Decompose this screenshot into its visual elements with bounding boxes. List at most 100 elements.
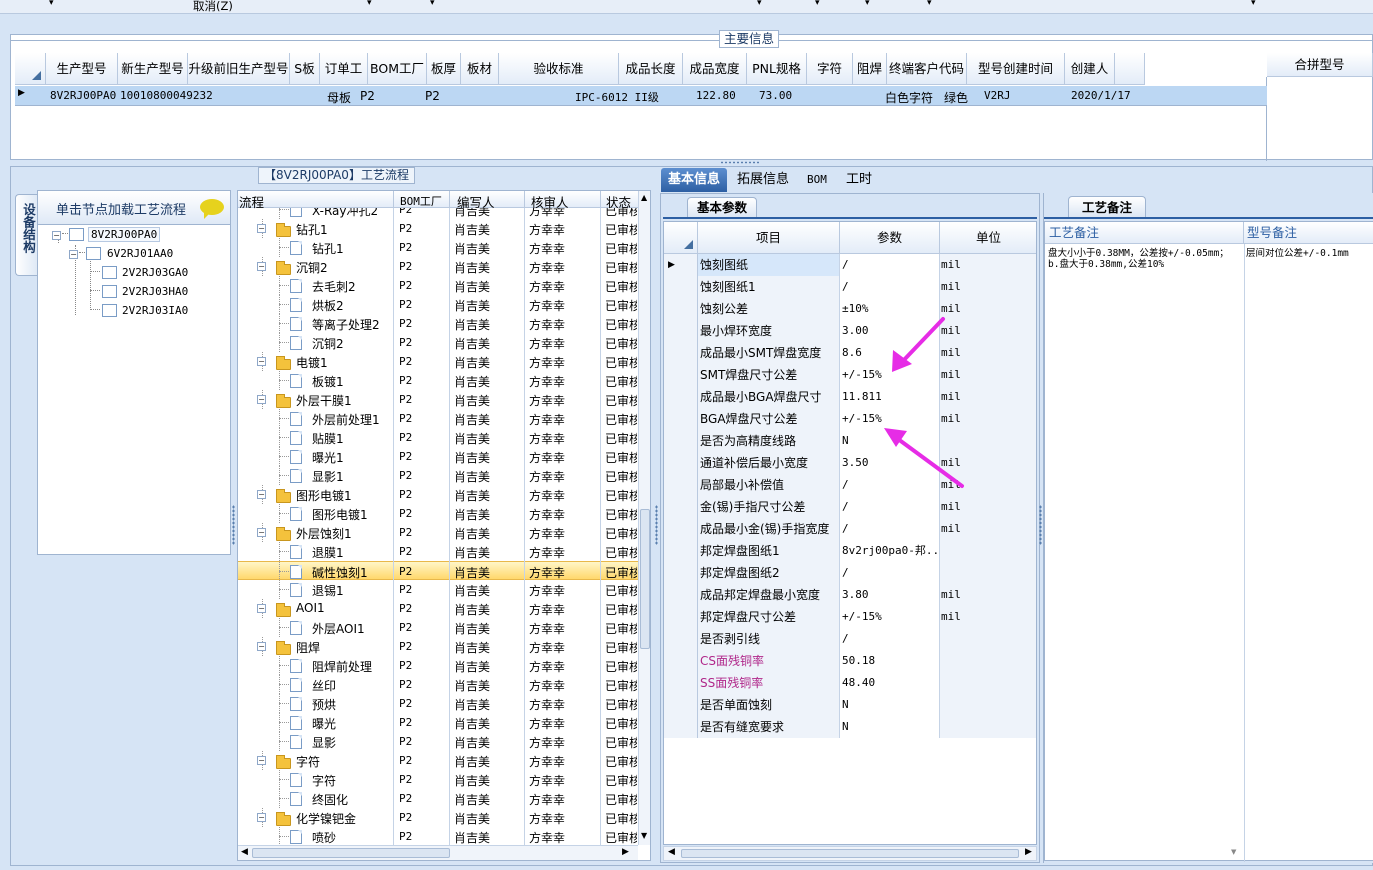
main-col-header[interactable]: 验收标准 [499,53,619,85]
splitter-handle[interactable] [720,161,760,164]
param-row[interactable]: ▶ 蚀刻图纸 / mil [664,254,1036,276]
param-value[interactable]: N [840,694,940,716]
tab-extended-info[interactable]: 拓展信息 [730,168,796,192]
cell-width[interactable]: 73.00 [759,89,792,102]
param-row[interactable]: 蚀刻公差 ±10% mil [664,298,1036,320]
process-row[interactable]: 字符 P2 肖吉美 方幸幸 已审核 [238,770,638,789]
cell-standard[interactable]: IPC-6012 II级 [575,89,659,105]
process-row[interactable]: 曝光 P2 肖吉美 方幸幸 已审核 [238,713,638,732]
row-selector[interactable] [664,364,698,386]
col-header-model-remark[interactable]: 型号备注 [1244,222,1373,244]
tab-work-hours[interactable]: 工时 [839,168,879,192]
row-selector[interactable] [664,386,698,408]
collapse-icon[interactable]: − [257,490,266,499]
cell-char[interactable]: 白色字符 [885,89,933,106]
param-row[interactable]: 是否为高精度线路 N [664,430,1036,452]
param-value[interactable]: ±10% [840,298,940,320]
main-col-header[interactable]: 板材 [461,53,499,85]
param-value[interactable]: +/-15% [840,364,940,386]
row-selector[interactable] [664,430,698,452]
tree-node-root[interactable]: − 8V2RJ00PA0 [52,227,161,244]
process-row[interactable]: − 化学镍钯金 P2 肖吉美 方幸幸 已审核 [238,808,638,827]
collapse-icon[interactable]: − [257,813,266,822]
scroll-up-icon[interactable]: ▲ [641,193,647,202]
cell-length[interactable]: 122.80 [696,89,736,102]
dropdown-arrow-icon[interactable]: ▾ [927,0,932,8]
process-row[interactable]: 外层AOI1 P2 肖吉美 方幸幸 已审核 [238,618,638,637]
process-row[interactable]: 阻焊前处理 P2 肖吉美 方幸幸 已审核 [238,656,638,675]
collapse-icon[interactable]: − [257,642,266,651]
tab-basic-info[interactable]: 基本信息 [661,168,728,192]
param-row[interactable]: SS面残铜率 48.40 [664,672,1036,694]
process-row[interactable]: 退膜1 P2 肖吉美 方幸幸 已审核 [238,542,638,561]
cell-order-factory[interactable]: P2 [360,89,375,103]
param-value[interactable]: / [840,254,940,276]
row-selector[interactable] [664,628,698,650]
splitter-handle[interactable] [655,505,658,545]
scroll-thumb[interactable] [640,509,650,649]
param-row[interactable]: 邦定焊盘图纸2/ [664,562,1036,584]
cell-created[interactable]: 2020/1/17 [1071,89,1131,102]
main-col-header[interactable]: 终端客户代码 [887,53,967,85]
col-header-unit[interactable]: 单位 [940,222,1036,254]
process-row[interactable]: − 沉铜2 P2 肖吉美 方幸幸 已审核 [238,257,638,276]
param-value[interactable]: 3.50 [840,452,940,474]
main-col-header[interactable]: BOM工厂 [368,53,427,85]
params-hscroll[interactable]: ◀ ▶ [663,846,1037,861]
param-row[interactable]: 是否有缝宽要求 N [664,716,1036,738]
subtab-basic-params[interactable]: 基本参数 [687,197,758,217]
param-value[interactable]: / [840,518,940,540]
collapse-icon[interactable]: − [257,604,266,613]
param-value[interactable]: +/-15% [840,606,940,628]
param-row[interactable]: CS面残铜率 50.18 [664,650,1036,672]
splitter-handle[interactable] [1039,505,1042,545]
param-row[interactable]: 最小焊环宽度 3.00 mil [664,320,1036,342]
param-value[interactable]: / [840,628,940,650]
param-value[interactable]: / [840,474,940,496]
scroll-left-icon[interactable]: ◀ [668,847,675,857]
cell-new-prod-no[interactable]: 10010800049232 [120,89,213,102]
row-selector[interactable] [664,672,698,694]
row-selector[interactable] [664,518,698,540]
row-selector[interactable] [664,540,698,562]
main-col-header[interactable]: S板 [290,53,320,85]
row-selector[interactable] [664,276,698,298]
col-header-item[interactable]: 项目 [698,222,840,254]
param-row[interactable]: 成品最小BGA焊盘尺寸 11.811 mil [664,386,1036,408]
dropdown-arrow-icon[interactable]: ▾ [367,0,372,8]
collapse-icon[interactable]: − [257,262,266,271]
tree-node-child[interactable]: − 6V2RJ01AA0 [69,247,173,263]
main-col-header[interactable]: 阻焊 [853,53,887,85]
process-row[interactable]: − 电镀1 P2 肖吉美 方幸幸 已审核 [238,352,638,371]
col-header-param[interactable]: 参数 [840,222,940,254]
process-row[interactable]: 曝光1 P2 肖吉美 方幸幸 已审核 [238,447,638,466]
process-row[interactable]: 退锡1 P2 肖吉美 方幸幸 已审核 [238,580,638,599]
collapse-icon[interactable]: − [69,250,78,259]
process-row[interactable]: − 阻焊 P2 肖吉美 方幸幸 已审核 [238,637,638,656]
process-hscroll[interactable]: ◀ ▶ [238,845,638,860]
row-selector[interactable] [664,408,698,430]
param-value[interactable]: 50.18 [840,650,940,672]
process-row[interactable]: 板镀1 P2 肖吉美 方幸幸 已审核 [238,371,638,390]
cancel-button[interactable]: 取消(Z) [193,0,233,14]
process-vscroll[interactable]: ▲ ▼ [638,191,650,845]
process-row[interactable]: 丝印 P2 肖吉美 方幸幸 已审核 [238,675,638,694]
row-selector[interactable] [664,474,698,496]
param-value[interactable]: 8v2rj00pa0-邦... [840,540,940,562]
process-row[interactable]: 喷砂 P2 肖吉美 方幸幸 已审核 [238,827,638,845]
main-col-header[interactable]: 板厚 [427,53,461,85]
main-col-header[interactable]: 型号创建时间 [967,53,1065,85]
collapse-icon[interactable]: − [257,528,266,537]
process-row[interactable]: 显影1 P2 肖吉美 方幸幸 已审核 [238,466,638,485]
process-row[interactable]: 终固化 P2 肖吉美 方幸幸 已审核 [238,789,638,808]
cell-s-board[interactable]: 母板 [327,89,351,106]
tab-process-remarks[interactable]: 工艺备注 [1068,196,1147,217]
remarks-vscroll[interactable]: ▼ [1229,244,1243,860]
process-remark-text[interactable]: 盘大小小于0.38MM，公差按+/-0.05mm；b.盘大于0.38mm,公差1… [1048,248,1238,270]
process-row[interactable]: X-Ray冲孔2 P2 肖吉美 方幸幸 已审核 [238,208,638,219]
device-side-tab[interactable]: 设备结构 [15,194,37,276]
process-row[interactable]: 去毛刺2 P2 肖吉美 方幸幸 已审核 [238,276,638,295]
cell-bom-factory[interactable]: P2 [425,89,440,103]
cell-customer[interactable]: V2RJ [984,89,1011,102]
param-value[interactable]: 11.811 [840,386,940,408]
